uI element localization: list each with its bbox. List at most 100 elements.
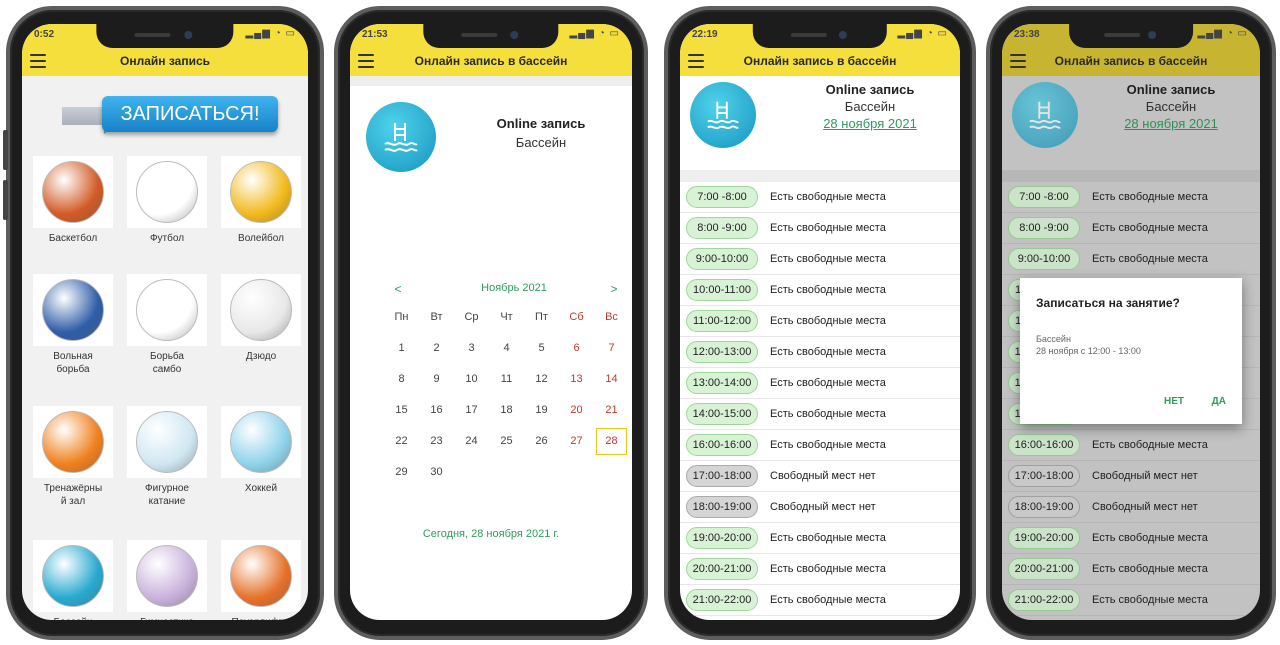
time-chip: 11:00-12:00 [686, 310, 758, 332]
sport-image [127, 156, 207, 228]
date-link[interactable]: 28 ноября 2021 [790, 116, 950, 131]
calendar-day[interactable]: 14 [594, 364, 629, 395]
calendar-day[interactable]: 19 [524, 395, 559, 426]
calendar-day[interactable]: 29 [384, 457, 419, 488]
dumbbell-icon [42, 411, 104, 473]
phone-confirm-dialog: 23:38 ▂▄▆ ◔ ▭ Онлайн запись в бассейн On… [986, 6, 1276, 640]
signup-button[interactable]: ЗАПИСАТЬСЯ! [102, 96, 278, 132]
sport-tile[interactable]: Бассейн [28, 540, 118, 620]
time-slot-row[interactable]: 19:00-20:00 Есть свободные места [680, 523, 960, 554]
app-bar: Онлайн запись в бассейн [350, 46, 632, 76]
calendar-day[interactable]: 25 [489, 426, 524, 457]
calendar-day[interactable]: 1 [384, 333, 419, 364]
hamburger-menu-icon[interactable] [688, 54, 704, 68]
sport-tile[interactable]: Волейбол [216, 156, 306, 245]
confirm-dialog: Записаться на занятие? Бассейн 28 ноября… [1020, 278, 1242, 424]
signal-battery-icon: ▂▄▆ ◔ ▭ [569, 28, 620, 39]
calendar-day[interactable]: 24 [454, 426, 489, 457]
app-title: Онлайн запись [120, 54, 210, 68]
calendar-day[interactable]: 3 [454, 333, 489, 364]
availability-text: Есть свободные места [770, 346, 886, 358]
calendar-day[interactable]: 9 [419, 364, 454, 395]
hamburger-menu-icon[interactable] [1010, 54, 1026, 68]
time-slot-row[interactable]: 11:00-12:00 Есть свободные места [680, 306, 960, 337]
time-slot-row[interactable]: 16:00-16:00 Есть свободные места [680, 430, 960, 461]
divider [680, 170, 960, 182]
time-slot-row[interactable]: 12:00-13:00 Есть свободные места [680, 337, 960, 368]
sport-image [221, 406, 301, 478]
calendar-day[interactable]: 13 [559, 364, 594, 395]
sport-label: Вольная борьба [53, 351, 93, 375]
time-chip: 17:00-18:00 [686, 465, 758, 487]
weekday-label: Пт [535, 311, 548, 323]
calendar-day[interactable]: 2 [419, 333, 454, 364]
time-slot-row[interactable]: 8:00 -9:00 Есть свободные места [680, 213, 960, 244]
notch [1069, 24, 1193, 48]
volume-button [3, 180, 8, 220]
dialog-title: Записаться на занятие? [1036, 296, 1180, 310]
next-month-button[interactable]: > [604, 282, 624, 296]
sport-tile[interactable]: Тренажёрны й зал [28, 406, 118, 508]
sport-tile[interactable]: Футбол [122, 156, 212, 245]
hamburger-menu-icon[interactable] [30, 54, 46, 68]
sport-tile[interactable]: Фигурное катание [122, 406, 212, 508]
sport-tile[interactable]: Вольная борьба [28, 274, 118, 376]
time-slot-row[interactable]: 7:00 -8:00 Есть свободные места [680, 182, 960, 213]
app-bar: Онлайн запись [22, 46, 308, 76]
phones-showcase: 0:52 ▂▄▆ ◔ ▭ Онлайн запись ЗАПИСАТЬСЯ! Б… [0, 0, 1280, 645]
calendar-day[interactable]: 17 [454, 395, 489, 426]
calendar-day[interactable]: 7 [594, 333, 629, 364]
time-slot-row[interactable]: 18:00-19:00 Свободный мест нет [680, 492, 960, 523]
time-slot-row[interactable]: 9:00-10:00 Есть свободные места [680, 244, 960, 275]
availability-text: Есть свободные места [770, 253, 886, 265]
calendar-day[interactable]: 11 [489, 364, 524, 395]
hamburger-menu-icon[interactable] [358, 54, 374, 68]
sport-tile[interactable]: Пауэрлифт... [216, 540, 306, 620]
calendar-day[interactable]: 23 [419, 426, 454, 457]
calendar-day[interactable]: 12 [524, 364, 559, 395]
calendar-day[interactable]: 10 [454, 364, 489, 395]
time-slot-row[interactable]: 13:00-14:00 Есть свободные места [680, 368, 960, 399]
time-slot-row[interactable]: 21:00-22:00 Есть свободные места [680, 585, 960, 616]
availability-text: Есть свободные места [770, 532, 886, 544]
calendar-day[interactable]: 22 [384, 426, 419, 457]
calendar-day[interactable]: 4 [489, 333, 524, 364]
sport-tile[interactable]: Борьба самбо [122, 274, 212, 376]
sport-image [33, 156, 113, 228]
calendar-day[interactable]: 16 [419, 395, 454, 426]
status-time: 0:52 [34, 29, 55, 40]
calendar-day[interactable]: 20 [559, 395, 594, 426]
sport-tile[interactable]: Дзюдо [216, 274, 306, 363]
calendar-day[interactable]: 15 [384, 395, 419, 426]
dialog-yes-button[interactable]: ДА [1212, 396, 1226, 407]
dialog-no-button[interactable]: НЕТ [1164, 396, 1184, 407]
calendar-day[interactable]: 21 [594, 395, 629, 426]
calendar-day[interactable]: 8 [384, 364, 419, 395]
sport-image [221, 540, 301, 612]
prev-month-button[interactable]: < [388, 282, 408, 296]
time-slot-row[interactable]: 17:00-18:00 Свободный мест нет [680, 461, 960, 492]
calendar-day-selected[interactable]: 28 [594, 426, 629, 457]
time-slot-row[interactable]: 10:00-11:00 Есть свободные места [680, 275, 960, 306]
calendar-grid: Пн Вт Ср Чт Пт Сб Вс 1 2 3 4 5 6 7 8 9 10 11 12 13 14 15 16 17 1… [384, 302, 632, 488]
sport-tile[interactable]: Гимнастика [122, 540, 212, 620]
status-time: 23:38 [1014, 29, 1040, 40]
time-slot-row[interactable]: 20:00-21:00 Есть свободные места [680, 554, 960, 585]
calendar-day[interactable]: 18 [489, 395, 524, 426]
time-slot-row[interactable]: 14:00-15:00 Есть свободные места [680, 399, 960, 430]
calendar-day[interactable]: 30 [419, 457, 454, 488]
time-chip: 20:00-21:00 [686, 558, 758, 580]
time-chip: 12:00-13:00 [686, 341, 758, 363]
availability-text: Есть свободные места [770, 191, 886, 203]
sport-tile[interactable]: Баскетбол [28, 156, 118, 245]
sport-tile[interactable]: Хоккей [216, 406, 306, 495]
calendar-day[interactable]: 27 [559, 426, 594, 457]
pool-titles: Online запись Бассейн [460, 116, 622, 150]
calendar-day[interactable]: 6 [559, 333, 594, 364]
calendar-day[interactable]: 5 [524, 333, 559, 364]
time-chip: 13:00-14:00 [686, 372, 758, 394]
phone-calendar: 21:53 ▂▄▆ ◔ ▭ Онлайн запись в бассейн On… [334, 6, 648, 640]
sport-image [221, 156, 301, 228]
judo-icon [230, 279, 292, 341]
calendar-day[interactable]: 26 [524, 426, 559, 457]
